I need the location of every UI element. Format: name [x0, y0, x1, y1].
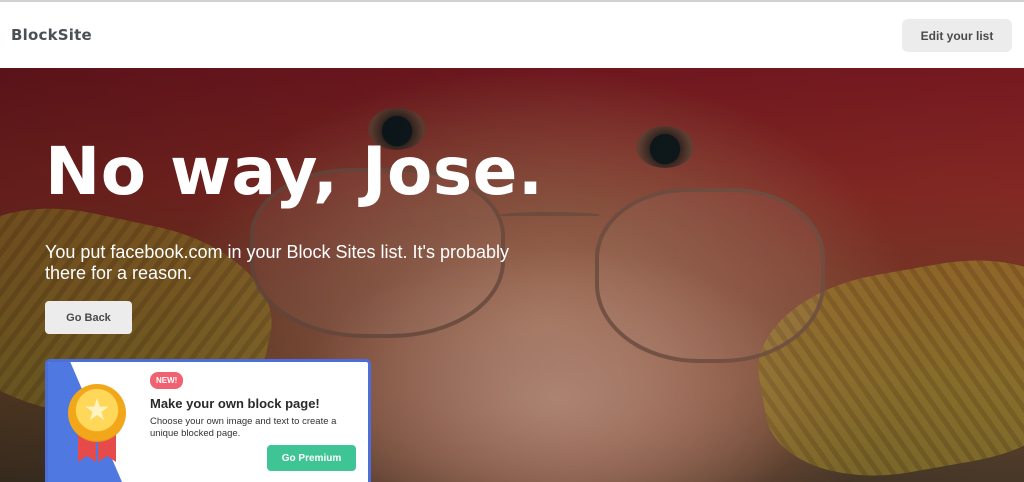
promo-description: Choose your own image and text to create… [150, 416, 337, 439]
star-icon: ★ [83, 394, 111, 427]
edit-list-button[interactable]: Edit your list [902, 19, 1012, 52]
top-bar: BlockSite Edit your list [0, 2, 1024, 68]
medal-star-icon: ★ [68, 384, 126, 442]
promo-title: Make your own block page! [150, 396, 320, 411]
blocksite-logo[interactable]: BlockSite [11, 26, 92, 44]
block-page-hero: No way, Jose. You put facebook.com in yo… [0, 68, 1024, 482]
new-badge: NEW! [150, 372, 184, 389]
block-headline: No way, Jose. [45, 133, 544, 210]
go-premium-button[interactable]: Go Premium [267, 445, 356, 471]
go-back-button[interactable]: Go Back [45, 301, 132, 334]
block-message: You put facebook.com in your Block Sites… [45, 242, 510, 283]
premium-promo-card: ★ NEW! Make your own block page! Choose … [45, 359, 371, 482]
